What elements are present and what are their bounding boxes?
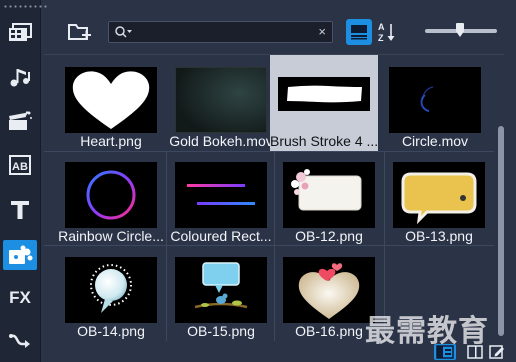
rail-media-button[interactable]	[3, 17, 37, 47]
sort-az-icon: A Z	[378, 22, 395, 43]
tile-caption: Gold Bokeh.mov	[169, 133, 273, 149]
bottom-toolbar	[430, 343, 516, 361]
tile-caption: OB-14.png	[77, 323, 145, 339]
ob-16-thumbnail	[283, 257, 375, 323]
ob-12-thumbnail	[283, 162, 375, 228]
rail-titles-button[interactable]: AB	[3, 150, 37, 180]
list-view-toggle-button[interactable]	[346, 19, 372, 45]
t-text-icon	[11, 201, 29, 219]
tile-caption: OB-12.png	[295, 228, 363, 244]
rail-fx-button[interactable]: FX	[3, 283, 37, 313]
rail-graphics-button[interactable]	[3, 240, 37, 270]
tile-ob-14[interactable]: OB-14.png	[56, 248, 166, 343]
gold-bokeh-thumbnail	[175, 67, 267, 133]
folder-add-icon	[68, 24, 91, 40]
coloured-rect-thumbnail	[175, 162, 267, 228]
rail-effects-button[interactable]	[3, 106, 37, 136]
search-input[interactable]	[135, 24, 314, 42]
tile-gold-bokeh[interactable]: Gold Bokeh.mov	[166, 58, 276, 153]
svg-text:AB: AB	[12, 161, 28, 173]
search-dropdown-icon[interactable]	[114, 25, 134, 44]
grid-divider	[44, 151, 494, 152]
library-view-button[interactable]	[434, 344, 456, 360]
tile-coloured-rect[interactable]: Coloured Rect...	[166, 153, 276, 248]
edit-pencil-icon	[489, 345, 504, 359]
split-view-button[interactable]	[466, 344, 484, 360]
grid-scrollbar-thumb[interactable]	[498, 126, 504, 336]
tile-rainbow-circle[interactable]: Rainbow Circle...	[56, 153, 166, 248]
tile-heart[interactable]: Heart.png	[56, 58, 166, 153]
ob-13-thumbnail	[393, 162, 485, 228]
left-tool-rail: AB FX	[0, 0, 47, 362]
graphics-puzzle-icon	[9, 245, 33, 264]
sort-button[interactable]: A Z	[376, 19, 398, 45]
thumbnail-size-slider[interactable]	[425, 23, 497, 37]
motion-path-icon	[9, 334, 30, 348]
tile-ob-13[interactable]: OB-13.png	[384, 153, 494, 248]
tile-caption: Rainbow Circle...	[58, 228, 164, 244]
grid-divider	[166, 151, 167, 341]
tile-caption: Heart.png	[80, 133, 142, 149]
ab-text-icon: AB	[9, 155, 31, 175]
library-panels-icon	[436, 345, 454, 359]
split-panel-icon	[467, 345, 483, 359]
music-note-icon	[10, 69, 30, 87]
drag-grip[interactable]	[3, 5, 47, 8]
tile-brush-stroke-4[interactable]: Brush Stroke 4 ...	[270, 55, 378, 151]
clear-search-button[interactable]: ×	[318, 24, 326, 39]
brush-stroke-thumbnail	[278, 77, 370, 111]
svg-text:Z: Z	[378, 33, 384, 43]
ob-14-thumbnail	[65, 257, 157, 323]
grid-divider	[274, 151, 275, 341]
tile-caption: OB-13.png	[405, 228, 473, 244]
grid-divider	[44, 245, 494, 246]
edit-button[interactable]	[488, 344, 506, 360]
heart-thumbnail	[65, 67, 157, 133]
media-library-icon	[9, 23, 32, 41]
thumbnail-grid: Heart.png Gold Bokeh.mov Brush Stroke 4 …	[44, 54, 504, 343]
circle-thumbnail	[389, 67, 481, 133]
view-layout-icon	[351, 25, 367, 40]
slider-thumb[interactable]	[456, 23, 464, 37]
magic-clapper-icon	[9, 110, 32, 130]
tile-ob-12[interactable]: OB-12.png	[274, 153, 384, 248]
rainbow-circle-thumbnail	[65, 162, 157, 228]
tile-caption: Circle.mov	[401, 133, 469, 149]
fx-label: FX	[9, 288, 31, 307]
tile-caption: Brush Stroke 4 ...	[270, 133, 378, 149]
rail-audio-button[interactable]	[3, 62, 37, 92]
tile-circle[interactable]: Circle.mov	[380, 58, 490, 153]
svg-text:A: A	[378, 22, 385, 32]
rail-text-button[interactable]	[3, 195, 37, 225]
tile-ob-15[interactable]: OB-15.png	[166, 248, 276, 343]
import-folder-button[interactable]	[67, 21, 93, 43]
tile-caption: Coloured Rect...	[170, 228, 272, 244]
graphics-library-panel: AB FX × A Z Heart.png Gold Bokeh.mov Bru…	[0, 0, 516, 362]
library-toolbar: × A Z	[41, 14, 516, 48]
tile-caption: OB-15.png	[187, 323, 255, 339]
search-box[interactable]: ×	[108, 21, 333, 43]
rail-motion-button[interactable]	[3, 326, 37, 356]
ob-15-thumbnail	[175, 257, 267, 323]
